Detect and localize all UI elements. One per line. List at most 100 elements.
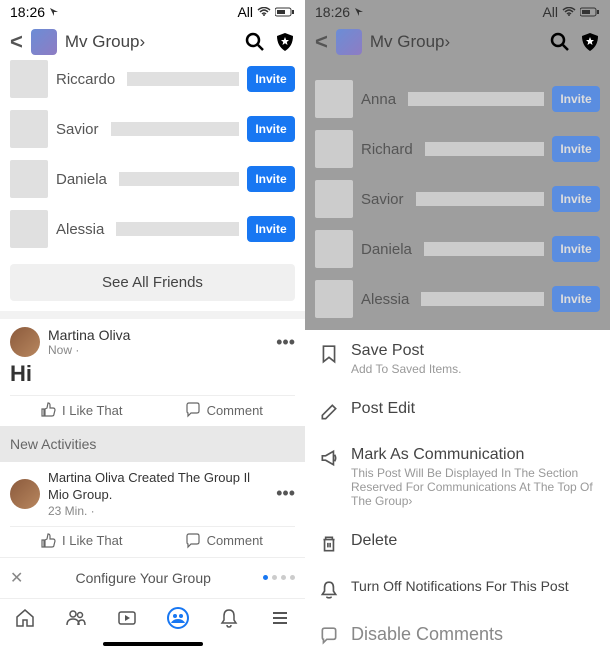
- comment-icon: [319, 626, 339, 646]
- like-button[interactable]: I Like That: [10, 402, 153, 418]
- friend-avatar: [10, 60, 48, 98]
- friend-row[interactable]: Daniela Invite: [0, 154, 305, 204]
- friend-avatar: [10, 110, 48, 148]
- mark-communication-item[interactable]: Mark As Communication This Post Will Be …: [305, 434, 610, 520]
- header-title[interactable]: Mv Group›: [370, 32, 542, 52]
- search-icon[interactable]: [245, 32, 265, 52]
- wifi-icon: [257, 7, 271, 17]
- location-icon: [354, 7, 364, 17]
- see-all-friends-button[interactable]: See All Friends: [10, 264, 295, 301]
- friend-name: Richard: [361, 141, 413, 158]
- header-title[interactable]: Mv Group›: [65, 32, 237, 52]
- friend-name: Daniela: [56, 171, 107, 188]
- status-bar: 18:26 All: [0, 0, 305, 24]
- friends-tab[interactable]: [64, 606, 88, 630]
- shield-star-icon[interactable]: [275, 32, 295, 52]
- sheet-title: Delete: [351, 532, 596, 550]
- comment-icon: [185, 402, 201, 418]
- friend-row[interactable]: Alessia Invite: [305, 274, 610, 324]
- trash-icon: [319, 534, 339, 554]
- friend-name: Daniela: [361, 241, 412, 258]
- bookmark-icon: [319, 344, 339, 364]
- page-dots: [263, 575, 295, 580]
- delete-item[interactable]: Delete: [305, 520, 610, 566]
- save-post-item[interactable]: Save Post Add To Saved Items.: [305, 330, 610, 388]
- invite-button[interactable]: Invite: [247, 66, 295, 92]
- sheet-title: Mark As Communication: [351, 446, 596, 464]
- friend-row[interactable]: Anna Invite: [305, 74, 610, 124]
- friend-avatar: [10, 210, 48, 248]
- post-edit-item[interactable]: Post Edit: [305, 388, 610, 434]
- groups-tab[interactable]: [166, 606, 190, 630]
- close-icon[interactable]: ✕: [10, 568, 23, 588]
- like-icon: [40, 402, 56, 418]
- friend-row[interactable]: Savior Invite: [305, 174, 610, 224]
- back-button[interactable]: <: [10, 29, 23, 55]
- left-screenshot: 18:26 All < Mv Group› Riccardo Invite Sa…: [0, 0, 305, 658]
- status-bar: 18:26 All: [305, 0, 610, 24]
- post-time: 23 Min. ·: [48, 504, 268, 518]
- configure-text[interactable]: Configure Your Group: [33, 570, 253, 586]
- post: Martina Oliva Now · ••• Hi I Like That C…: [0, 311, 305, 426]
- invite-button[interactable]: Invite: [552, 186, 600, 212]
- invite-button[interactable]: Invite: [552, 136, 600, 162]
- placeholder-bar: [424, 242, 544, 256]
- battery-icon: [275, 7, 295, 17]
- placeholder-bar: [111, 122, 239, 136]
- sheet-title: Post Edit: [351, 400, 596, 418]
- post-content: Hi: [10, 361, 295, 387]
- invite-button[interactable]: Invite: [247, 216, 295, 242]
- megaphone-icon: [319, 448, 339, 468]
- shield-star-icon[interactable]: [580, 32, 600, 52]
- friend-avatar: [315, 130, 353, 168]
- friend-name: Alessia: [361, 291, 409, 308]
- placeholder-bar: [116, 222, 239, 236]
- turn-off-notifications-item[interactable]: Turn Off Notifications For This Post: [305, 566, 610, 612]
- sheet-title: Save Post: [351, 342, 596, 360]
- placeholder-bar: [127, 72, 239, 86]
- invite-button[interactable]: Invite: [552, 286, 600, 312]
- configure-banner: ✕ Configure Your Group: [0, 557, 305, 598]
- bottom-nav: [0, 598, 305, 638]
- activity-text[interactable]: Martina Oliva Created The Group Il Mio G…: [48, 470, 268, 504]
- location-icon: [49, 7, 59, 17]
- spacer: [305, 60, 610, 74]
- friend-row[interactable]: Savior Invite: [0, 104, 305, 154]
- home-tab[interactable]: [13, 606, 37, 630]
- watch-tab[interactable]: [115, 606, 139, 630]
- friend-avatar: [315, 230, 353, 268]
- status-network: All: [237, 4, 253, 20]
- post-author[interactable]: Martina Oliva: [48, 327, 268, 343]
- invite-button[interactable]: Invite: [552, 86, 600, 112]
- action-sheet: Save Post Add To Saved Items. Post Edit …: [305, 330, 610, 658]
- friend-row[interactable]: Daniela Invite: [305, 224, 610, 274]
- battery-icon: [580, 7, 600, 17]
- invite-button[interactable]: Invite: [247, 116, 295, 142]
- sheet-title: Disable Comments: [351, 624, 596, 645]
- placeholder-bar: [119, 172, 239, 186]
- post-menu-icon[interactable]: •••: [276, 332, 295, 353]
- friend-row[interactable]: Alessia Invite: [0, 204, 305, 254]
- group-avatar[interactable]: [336, 29, 362, 55]
- placeholder-bar: [408, 92, 544, 106]
- friend-name: Anna: [361, 91, 396, 108]
- invite-button[interactable]: Invite: [247, 166, 295, 192]
- comment-button[interactable]: Comment: [153, 402, 296, 418]
- search-icon[interactable]: [550, 32, 570, 52]
- friend-row[interactable]: Riccardo Invite: [0, 60, 305, 104]
- page-header: < Mv Group›: [305, 24, 610, 60]
- placeholder-bar: [416, 192, 544, 206]
- invite-button[interactable]: Invite: [552, 236, 600, 262]
- post-menu-icon[interactable]: •••: [276, 483, 295, 504]
- disable-comments-item[interactable]: Disable Comments: [305, 612, 610, 658]
- menu-tab[interactable]: [268, 606, 292, 630]
- group-avatar[interactable]: [31, 29, 57, 55]
- post-avatar[interactable]: [10, 327, 40, 357]
- back-button[interactable]: <: [315, 29, 328, 55]
- notifications-tab[interactable]: [217, 606, 241, 630]
- post-avatar[interactable]: [10, 479, 40, 509]
- friend-row[interactable]: Richard Invite: [305, 124, 610, 174]
- like-icon: [40, 533, 56, 549]
- like-button[interactable]: I Like That: [10, 533, 153, 549]
- comment-button[interactable]: Comment: [153, 533, 296, 549]
